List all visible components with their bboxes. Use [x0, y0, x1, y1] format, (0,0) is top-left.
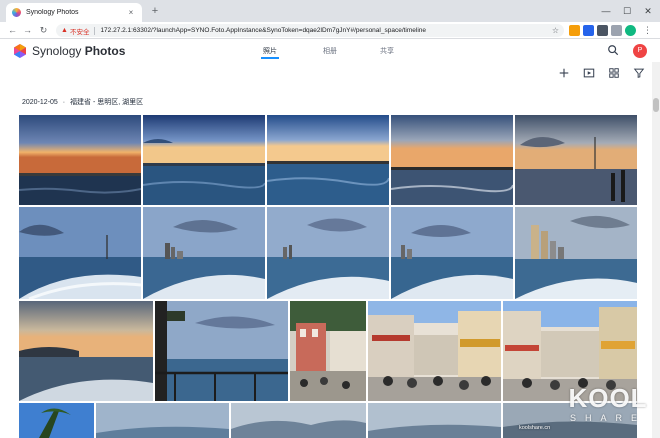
tab-strip: Synology Photos × + — ☐ ✕ — [0, 0, 660, 22]
grid-view-icon[interactable] — [607, 67, 621, 81]
profile-avatar-icon[interactable] — [625, 25, 636, 36]
minimize-button[interactable]: — — [596, 0, 616, 22]
tab-albums[interactable]: 相册 — [323, 46, 337, 56]
photo-thumbnail[interactable] — [143, 207, 265, 299]
app-brand: Synology Photos — [32, 44, 125, 58]
koolshare-watermark: KOOL SHARE — [560, 384, 656, 436]
tab-title: Synology Photos — [26, 9, 79, 16]
synology-photos-logo-icon — [14, 44, 26, 58]
photo-thumbnail[interactable] — [231, 403, 366, 438]
extension-puzzle-icon[interactable] — [611, 25, 622, 36]
browser-window: Synology Photos × + — ☐ ✕ ← → ↻ ▲ 不安全 17… — [0, 0, 660, 438]
photo-thumbnail[interactable] — [19, 115, 141, 205]
photo-thumbnail[interactable] — [391, 115, 513, 205]
reload-icon[interactable]: ↻ — [37, 24, 50, 37]
watermark-url: koolshare.cn — [519, 425, 551, 431]
photo-thumbnail[interactable] — [391, 207, 513, 299]
tab-photos[interactable]: 照片 — [261, 46, 279, 59]
scrollbar-thumb[interactable] — [653, 98, 659, 112]
photo-thumbnail[interactable] — [515, 207, 637, 299]
watermark-big: KOOL — [568, 383, 648, 413]
photo-thumbnail[interactable] — [267, 207, 389, 299]
forward-arrow-icon[interactable]: → — [21, 24, 34, 37]
warning-triangle-icon: ▲ — [61, 27, 68, 34]
photo-thumbnail[interactable] — [143, 115, 265, 205]
photo-thumbnail[interactable] — [155, 301, 288, 401]
omnibox-divider — [94, 26, 96, 35]
timeline-date: 2020-12-05 — [22, 99, 58, 106]
add-icon[interactable] — [557, 67, 571, 81]
photo-thumbnail[interactable] — [19, 403, 94, 438]
brand-bold: Photos — [84, 44, 126, 58]
brand-regular: Synology — [32, 44, 85, 58]
page-scrollbar[interactable] — [652, 62, 660, 438]
url-text[interactable]: 172.27.2.1:63302/?launchApp=SYNO.Foto.Ap… — [100, 27, 551, 34]
search-icon[interactable] — [606, 44, 620, 58]
browser-tab[interactable]: Synology Photos × — [6, 3, 142, 22]
photo-thumbnail[interactable] — [368, 403, 501, 438]
slideshow-icon[interactable] — [582, 67, 596, 81]
photo-thumbnail[interactable] — [368, 301, 501, 401]
browser-menu-icon[interactable]: ⋮ — [641, 24, 654, 37]
new-tab-button[interactable]: + — [148, 4, 162, 18]
watermark-small: SHARE — [569, 413, 646, 423]
photo-thumbnail[interactable] — [267, 115, 389, 205]
timeline-separator: · — [62, 99, 66, 106]
filter-icon[interactable] — [632, 67, 646, 81]
address-bar[interactable]: ▲ 不安全 172.27.2.1:63302/?launchApp=SYNO.F… — [56, 24, 564, 37]
photo-thumbnail[interactable] — [515, 115, 637, 205]
photo-thumbnail[interactable] — [290, 301, 366, 401]
timeline-date-heading: 2020-12-05 · 福建省 - 思明区, 湖里区 — [22, 97, 143, 107]
photo-thumbnail[interactable] — [19, 207, 141, 299]
browser-toolbar: ← → ↻ ▲ 不安全 172.27.2.1:63302/?launchApp=… — [0, 22, 660, 39]
bookmark-star-icon[interactable]: ☆ — [552, 26, 559, 35]
security-label[interactable]: 不安全 — [70, 26, 90, 36]
extension-screenshot-icon[interactable] — [597, 25, 608, 36]
synology-photos-favicon-icon — [12, 8, 21, 17]
tab-shared[interactable]: 共享 — [380, 46, 394, 56]
app-header: Synology Photos 照片 相册 共享 P — [0, 40, 660, 62]
user-avatar[interactable]: P — [633, 44, 647, 58]
tab-close-icon[interactable]: × — [126, 8, 136, 17]
maximize-button[interactable]: ☐ — [617, 0, 637, 22]
photo-thumbnail[interactable] — [19, 301, 153, 401]
extension-reader-icon[interactable] — [569, 25, 580, 36]
close-window-button[interactable]: ✕ — [638, 0, 658, 22]
photo-thumbnail[interactable] — [96, 403, 229, 438]
back-arrow-icon[interactable]: ← — [6, 24, 19, 37]
extension-translate-icon[interactable] — [583, 25, 594, 36]
timeline-location: 福建省 - 思明区, 湖里区 — [70, 99, 144, 106]
